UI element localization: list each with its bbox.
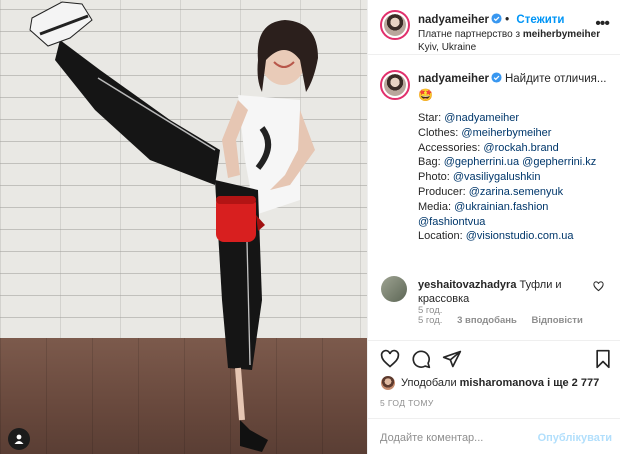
credit-line: Photo: @vasiliygalushkin <box>418 171 541 184</box>
mention-link[interactable]: @rockah.brand <box>483 142 558 154</box>
share-icon[interactable] <box>442 349 462 369</box>
heart-icon[interactable] <box>380 349 400 369</box>
bookmark-icon[interactable] <box>593 349 613 369</box>
comment-timestamp[interactable]: 5 год. <box>418 315 442 326</box>
caption-username[interactable]: nadyameiher <box>418 73 489 85</box>
action-bar <box>368 340 620 377</box>
comment-icon[interactable] <box>411 349 431 369</box>
mention-link[interactable]: @zarina.semenyuk <box>469 186 563 198</box>
credit-line: @fashiontvua <box>418 215 596 230</box>
paid-partnership: Платне партнерство з meiherbymeiher <box>418 29 601 40</box>
comment-meta: 5 год. 3 вподобань Відповісти <box>418 315 595 326</box>
post-header: nadyameiher • Стежити Платне партнерство… <box>368 0 620 55</box>
liker-avatar[interactable] <box>380 375 396 391</box>
likes-summary: Уподобали misharomanova і ще 2 777 <box>380 375 599 391</box>
mention-link[interactable]: @nadyameiher <box>444 112 519 124</box>
user-tag-icon[interactable] <box>8 428 30 450</box>
verified-badge-icon <box>491 72 502 83</box>
credit-line: Bag: @gepherrini.ua @gepherrini.kz <box>418 156 597 169</box>
more-options-icon[interactable]: ••• <box>595 15 610 33</box>
mention-link[interactable]: @ukrainian.fashion <box>454 201 548 213</box>
mention-link[interactable]: @fashiontvua <box>418 216 485 228</box>
woman-kicking-figure <box>29 1 318 452</box>
caption-credits: Star: @nadyameiher Clothes: @meiherbymei… <box>418 111 596 244</box>
comment-input[interactable]: Додайте коментар... <box>380 432 483 444</box>
mention-link[interactable]: @meiherbymeiher <box>461 127 551 139</box>
credit-line: Producer: @zarina.semenyuk <box>418 185 564 198</box>
partner-link[interactable]: meiherbymeiher <box>523 29 600 40</box>
comment-item: yeshaitovazhadyra Туфли и крассовка 5 го… <box>368 270 620 340</box>
likes-count[interactable]: і ще 2 777 <box>547 377 599 389</box>
credit-line: Location: @visionstudio.com.ua <box>418 230 574 243</box>
location-link[interactable]: Kyiv, Ukraine <box>418 42 476 53</box>
post-photo[interactable] <box>0 0 367 454</box>
credit-line: Accessories: @rockah.brand <box>418 141 559 154</box>
post-timestamp[interactable]: 5 ГОД ТОМУ <box>380 398 434 408</box>
comment-likes-count[interactable]: 3 вподобань <box>457 315 517 326</box>
author-username[interactable]: nadyameiher <box>418 14 489 26</box>
commenter-avatar[interactable] <box>381 276 407 302</box>
caption-emoji: 🤩 <box>418 88 433 102</box>
post-side-panel: nadyameiher • Стежити Платне партнерство… <box>367 0 620 454</box>
follow-button[interactable]: Стежити <box>516 14 564 26</box>
credit-line: Media: @ukrainian.fashion <box>418 200 549 213</box>
comment-like-icon[interactable] <box>593 281 604 292</box>
credit-line: Star: @nadyameiher <box>418 112 520 124</box>
credit-line: Clothes: @meiherbymeiher <box>418 126 552 139</box>
mention-link[interactable]: @vasiliygalushkin <box>453 171 541 183</box>
commenter-username[interactable]: yeshaitovazhadyra <box>418 279 516 291</box>
caption-avatar[interactable] <box>380 70 410 100</box>
mention-link[interactable]: @gepherrini.ua <box>444 156 519 168</box>
liker-username[interactable]: misharomanova <box>460 377 544 389</box>
caption-text: Найдите отличия... <box>504 73 607 85</box>
add-comment-bar: Додайте коментар... Опублікувати <box>368 418 620 454</box>
author-avatar[interactable] <box>380 10 410 40</box>
mention-link[interactable]: @gepherrini.kz <box>522 156 596 168</box>
mention-link[interactable]: @visionstudio.com.ua <box>466 230 574 242</box>
reply-button[interactable]: Відповісти <box>531 315 582 326</box>
verified-badge-icon <box>491 13 502 24</box>
post-comment-button[interactable]: Опублікувати <box>538 432 612 444</box>
